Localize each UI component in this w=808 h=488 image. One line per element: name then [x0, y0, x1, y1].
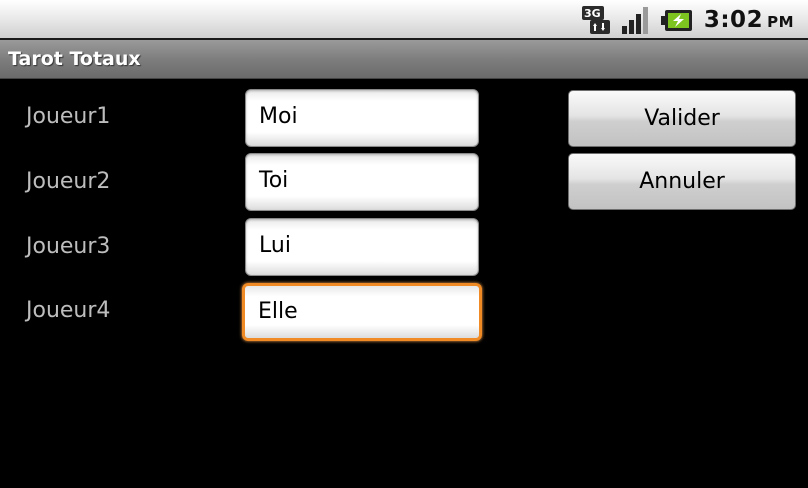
- player4-label: Joueur4: [26, 298, 111, 323]
- player1-input[interactable]: Moi: [245, 89, 479, 147]
- player2-input[interactable]: Toi: [245, 153, 479, 211]
- player3-input-value: Lui: [259, 233, 291, 258]
- player3-label: Joueur3: [26, 234, 111, 259]
- player3-input[interactable]: Lui: [245, 218, 479, 276]
- player1-input-value: Moi: [259, 104, 298, 129]
- signal-strength-icon: [621, 7, 648, 34]
- clock-time: 3:02: [703, 7, 764, 33]
- svg-text:3G: 3G: [584, 7, 601, 20]
- player1-label: Joueur1: [26, 104, 111, 129]
- battery-charging-icon: [660, 10, 692, 31]
- player4-input-value: Elle: [258, 299, 298, 324]
- app-title-bar: Tarot Totaux: [0, 40, 808, 79]
- 3g-data-icon: 3G: [581, 6, 610, 34]
- validate-button[interactable]: Valider: [568, 90, 796, 147]
- player2-input-value: Toi: [259, 168, 289, 193]
- status-icons: 3G 3:02 PM: [580, 4, 794, 36]
- cancel-button[interactable]: Annuler: [568, 153, 796, 210]
- player2-label: Joueur2: [26, 169, 111, 194]
- clock-ampm: PM: [767, 13, 794, 31]
- clock: 3:02 PM: [704, 7, 794, 33]
- status-bar: 3G 3:02 PM: [0, 0, 808, 40]
- app-title: Tarot Totaux: [8, 48, 141, 70]
- player4-input[interactable]: Elle: [242, 283, 482, 341]
